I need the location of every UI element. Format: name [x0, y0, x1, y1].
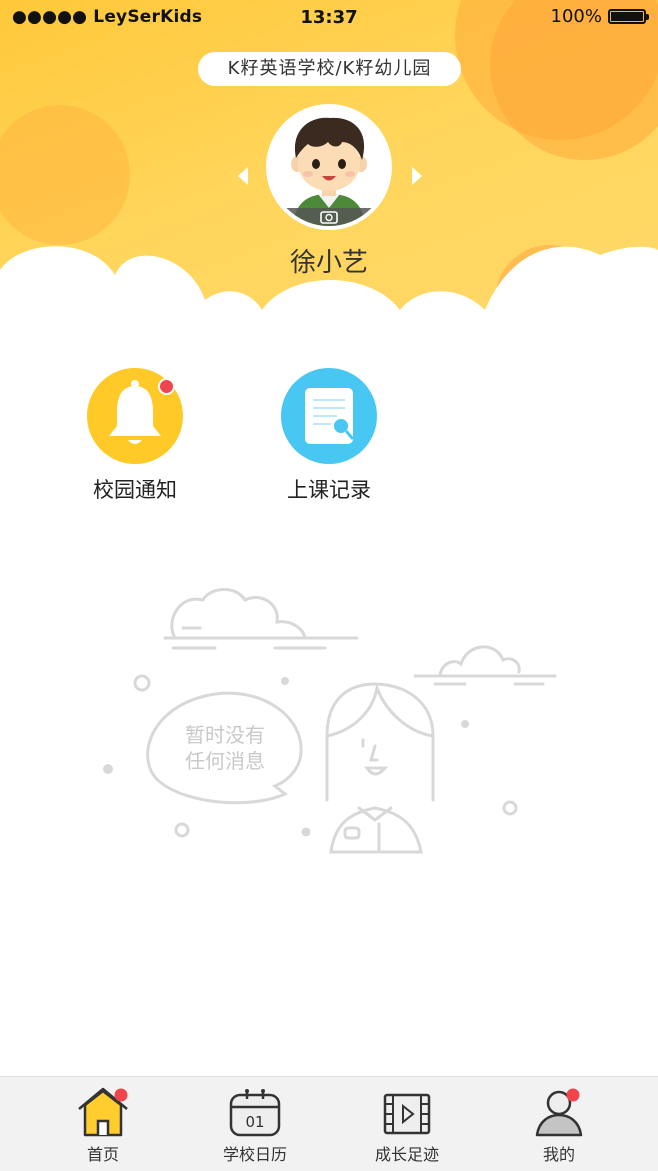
- bottom-tab-bar: 首页 01 学校日历 成长足迹 我的: [0, 1076, 658, 1171]
- campus-notice-button[interactable]: 校园通知: [70, 368, 200, 504]
- decor-circle: [0, 105, 130, 245]
- home-icon: [78, 1087, 128, 1137]
- document-search-icon: [281, 368, 377, 464]
- calendar-day: 01: [245, 1113, 264, 1131]
- school-selector[interactable]: K籽英语学校/K籽幼儿园: [198, 52, 461, 86]
- student-name: 徐小艺: [289, 248, 368, 278]
- tab-school-calendar[interactable]: 01 学校日历: [200, 1085, 310, 1165]
- person-icon: [535, 1088, 583, 1137]
- tab-label: 成长足迹: [374, 1145, 439, 1164]
- bell-icon: [87, 368, 183, 464]
- boy-avatar-icon: [270, 108, 388, 226]
- empty-message-line2: 任何消息: [185, 749, 265, 773]
- tab-label: 我的: [542, 1145, 575, 1164]
- next-child-arrow-icon[interactable]: [412, 167, 422, 185]
- previous-child-arrow-icon[interactable]: [238, 167, 248, 185]
- empty-message: 暂时没有 任何消息: [150, 722, 300, 774]
- notice-badge: [158, 378, 175, 395]
- battery-icon: [608, 9, 649, 24]
- child-avatar[interactable]: [266, 104, 392, 230]
- class-record-button[interactable]: 上课记录: [264, 368, 394, 504]
- tab-mine[interactable]: 我的: [504, 1085, 614, 1165]
- battery-percent: 100%: [550, 6, 602, 27]
- status-bar: ●●●●● LeySerKids 13:37 100%: [0, 0, 658, 36]
- tab-home[interactable]: 首页: [48, 1085, 158, 1165]
- empty-message-line1: 暂时没有: [185, 723, 265, 747]
- tab-label: 学校日历: [222, 1145, 287, 1164]
- video-film-icon: [383, 1093, 431, 1135]
- empty-state-illustration: [103, 588, 557, 854]
- tab-label: 首页: [86, 1145, 119, 1164]
- feature-label: 上课记录: [287, 478, 371, 502]
- tab-growth-footprint[interactable]: 成长足迹: [352, 1085, 462, 1165]
- calendar-icon: 01: [229, 1089, 281, 1137]
- battery-indicator: 100%: [550, 6, 649, 27]
- feature-label: 校园通知: [93, 478, 177, 502]
